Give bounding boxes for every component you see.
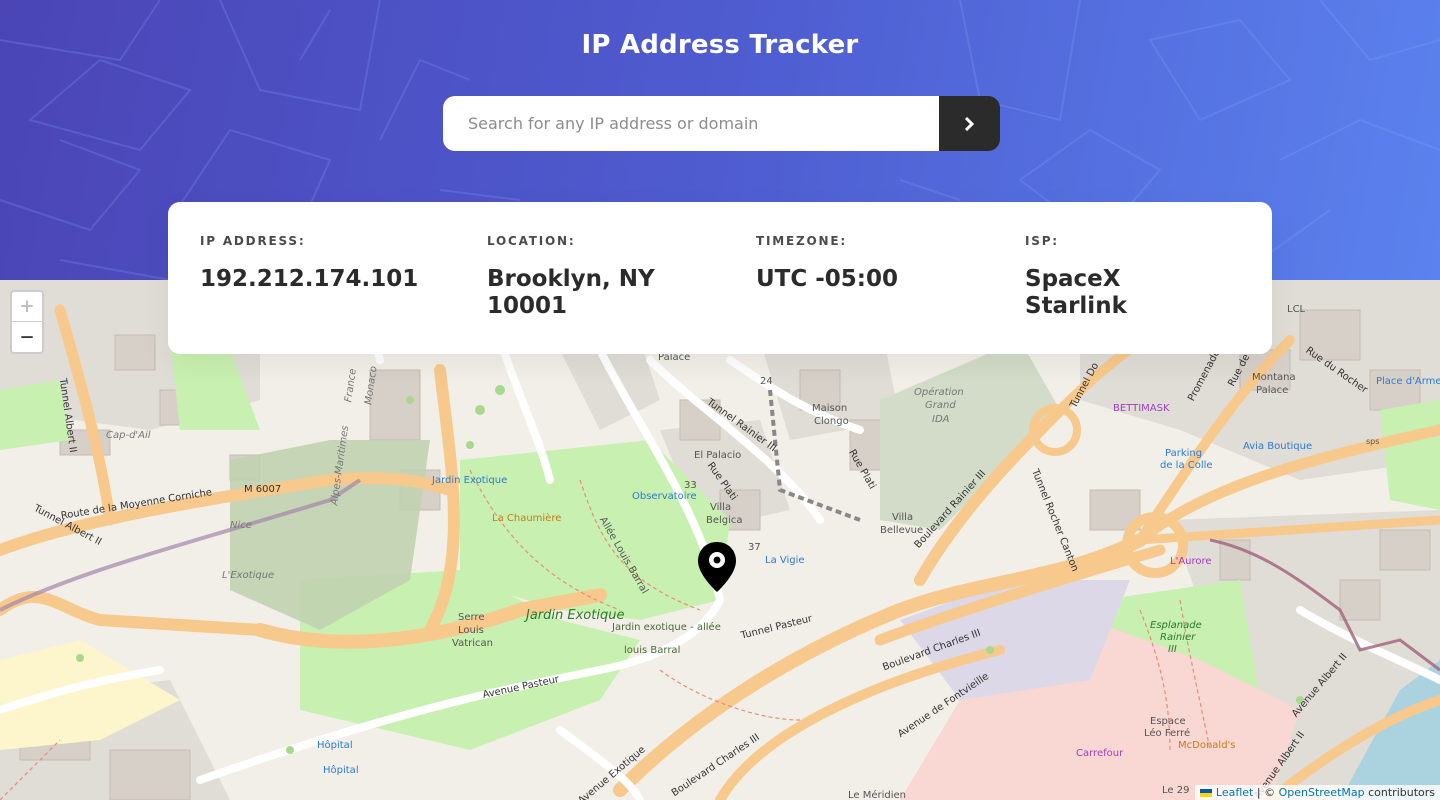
map-label: Rainier <box>1160 632 1196 643</box>
map-label: Observatoire <box>632 491 697 502</box>
map-label: La Vigie <box>765 555 805 566</box>
isp-section: ISP: SpaceX Starlink <box>1025 234 1127 320</box>
zoom-out-button[interactable]: − <box>12 322 42 352</box>
map-label: Avia Boutique <box>1243 441 1313 452</box>
map-label: 33 <box>684 480 697 491</box>
location-value: Brooklyn, NY 10001 <box>487 266 655 320</box>
map-label: L'Aurore <box>1170 556 1212 567</box>
ip-address-value: 192.212.174.101 <box>200 266 419 292</box>
map-label: La Chaumière <box>492 513 562 524</box>
map-label: Clongo <box>814 416 849 427</box>
map-label: 24 <box>760 376 773 387</box>
map-label: Palace <box>1256 385 1289 396</box>
map-label: IDA <box>932 414 950 425</box>
map-label: Le 29 <box>1162 785 1190 796</box>
map-label: Villa <box>710 502 732 513</box>
map-label: louis Barral <box>624 645 681 656</box>
map-label: Parking <box>1165 448 1203 459</box>
location-label: LOCATION: <box>487 234 576 248</box>
map-label: El Palacio <box>694 450 742 461</box>
map-label: Jardin exotique - allée <box>612 622 721 633</box>
attribution-separator: | © <box>1253 786 1279 799</box>
map-label: Espace <box>1150 716 1186 727</box>
map-label: Jardin Exotique <box>526 608 625 623</box>
map-label: Opération <box>914 387 964 398</box>
info-card: IP ADDRESS: 192.212.174.101 LOCATION: Br… <box>168 202 1272 354</box>
map-view[interactable]: Route de la Moyenne Corniche M 6007 Tunn… <box>0 280 1440 800</box>
location-section: LOCATION: Brooklyn, NY 10001 <box>487 234 655 320</box>
leaflet-link[interactable]: Leaflet <box>1216 786 1253 799</box>
map-label: Bellevue <box>880 525 924 536</box>
attribution-suffix: contributors <box>1364 786 1435 799</box>
map-label: de la Colle <box>1160 460 1213 471</box>
map-label: Villa <box>892 512 914 523</box>
map-tiles[interactable] <box>0 280 1440 800</box>
map-label: Jardin Exotique <box>432 475 508 486</box>
isp-value-line2: Starlink <box>1025 293 1127 319</box>
search-submit-button[interactable] <box>939 96 1000 151</box>
map-label: Serre <box>458 612 485 623</box>
ip-address-label: IP ADDRESS: <box>200 234 306 248</box>
ukraine-flag-icon <box>1200 789 1213 797</box>
chevron-right-icon <box>964 116 975 131</box>
map-label: 37 <box>748 542 761 553</box>
map-label: sps <box>1366 437 1380 446</box>
map-label: Hôpital <box>317 740 353 751</box>
search-input[interactable] <box>443 96 939 151</box>
map-label: BETTIMASK <box>1113 403 1170 414</box>
isp-value-line1: SpaceX <box>1025 266 1121 292</box>
map-label: Grand <box>925 400 956 411</box>
map-label: Louis <box>458 625 484 636</box>
map-label: Place d'Armes <box>1376 376 1440 387</box>
map-label: M 6007 <box>244 484 282 495</box>
isp-value: SpaceX Starlink <box>1025 266 1127 320</box>
map-label: Carrefour <box>1076 748 1124 759</box>
timezone-label: TIMEZONE: <box>756 234 847 248</box>
map-label: McDonald's <box>1178 740 1236 751</box>
ip-address-section: IP ADDRESS: 192.212.174.101 <box>200 234 418 293</box>
map-label: Belgica <box>706 515 743 526</box>
map-label: Nice <box>230 520 252 531</box>
timezone-section: TIMEZONE: UTC -05:00 <box>756 234 898 293</box>
map-label: L'Exotique <box>222 570 275 581</box>
map-label: Maison <box>812 403 848 414</box>
zoom-in-button[interactable]: + <box>12 292 42 322</box>
search-form <box>443 96 1000 151</box>
map-label: Le Méridien <box>848 790 907 800</box>
map-attribution: Leaflet | © OpenStreetMap contributors <box>1195 785 1440 800</box>
map-label: Léo Ferré <box>1144 728 1191 739</box>
timezone-value: UTC -05:00 <box>756 266 899 292</box>
zoom-control: + − <box>10 290 44 354</box>
map-label: Montana <box>1252 372 1296 383</box>
map-label: Hôpital <box>323 765 359 776</box>
location-value-line2: 10001 <box>487 293 568 319</box>
openstreetmap-link[interactable]: OpenStreetMap <box>1279 786 1365 799</box>
map-label: Cap-d'Ail <box>106 430 151 441</box>
location-value-line1: Brooklyn, NY <box>487 266 655 292</box>
map-label: LCL <box>1287 304 1306 315</box>
map-label: III <box>1168 644 1177 655</box>
map-label: Vatrican <box>452 638 493 649</box>
map-label: Esplanade <box>1150 620 1202 631</box>
isp-label: ISP: <box>1025 234 1059 248</box>
page-title: IP Address Tracker <box>581 30 859 60</box>
location-marker-icon[interactable] <box>697 541 737 593</box>
